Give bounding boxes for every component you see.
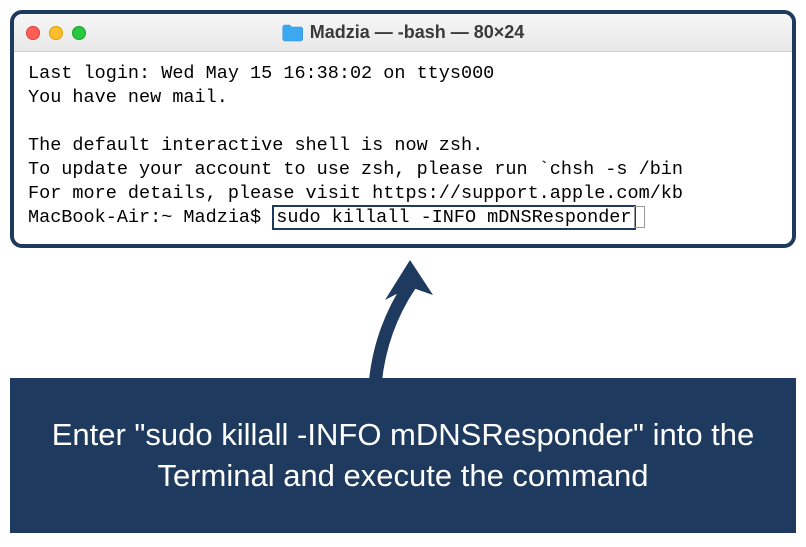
- window-controls: [26, 26, 86, 40]
- terminal-line: To update your account to use zsh, pleas…: [28, 159, 683, 180]
- instruction-text: Enter "sudo killall -INFO mDNSResponder"…: [43, 415, 763, 496]
- annotation-arrow: [335, 255, 455, 385]
- terminal-command: sudo killall -INFO mDNSResponder: [276, 207, 631, 228]
- command-highlight: sudo killall -INFO mDNSResponder: [272, 205, 635, 230]
- terminal-line: For more details, please visit https://s…: [28, 183, 683, 204]
- instruction-callout: Enter "sudo killall -INFO mDNSResponder"…: [10, 378, 796, 533]
- maximize-button[interactable]: [72, 26, 86, 40]
- minimize-button[interactable]: [49, 26, 63, 40]
- terminal-prompt-line: MacBook-Air:~ Madzia$ sudo killall -INFO…: [28, 207, 645, 228]
- terminal-line: You have new mail.: [28, 87, 228, 108]
- folder-icon: [282, 24, 304, 42]
- close-button[interactable]: [26, 26, 40, 40]
- terminal-line: The default interactive shell is now zsh…: [28, 135, 483, 156]
- terminal-line: Last login: Wed May 15 16:38:02 on ttys0…: [28, 63, 494, 84]
- terminal-content[interactable]: Last login: Wed May 15 16:38:02 on ttys0…: [14, 52, 792, 244]
- window-title: Madzia — -bash — 80×24: [282, 22, 525, 43]
- window-title-text: Madzia — -bash — 80×24: [310, 22, 525, 43]
- terminal-window: Madzia — -bash — 80×24 Last login: Wed M…: [10, 10, 796, 248]
- terminal-cursor: [634, 206, 645, 228]
- window-title-bar: Madzia — -bash — 80×24: [14, 14, 792, 52]
- terminal-prompt: MacBook-Air:~ Madzia$: [28, 207, 272, 228]
